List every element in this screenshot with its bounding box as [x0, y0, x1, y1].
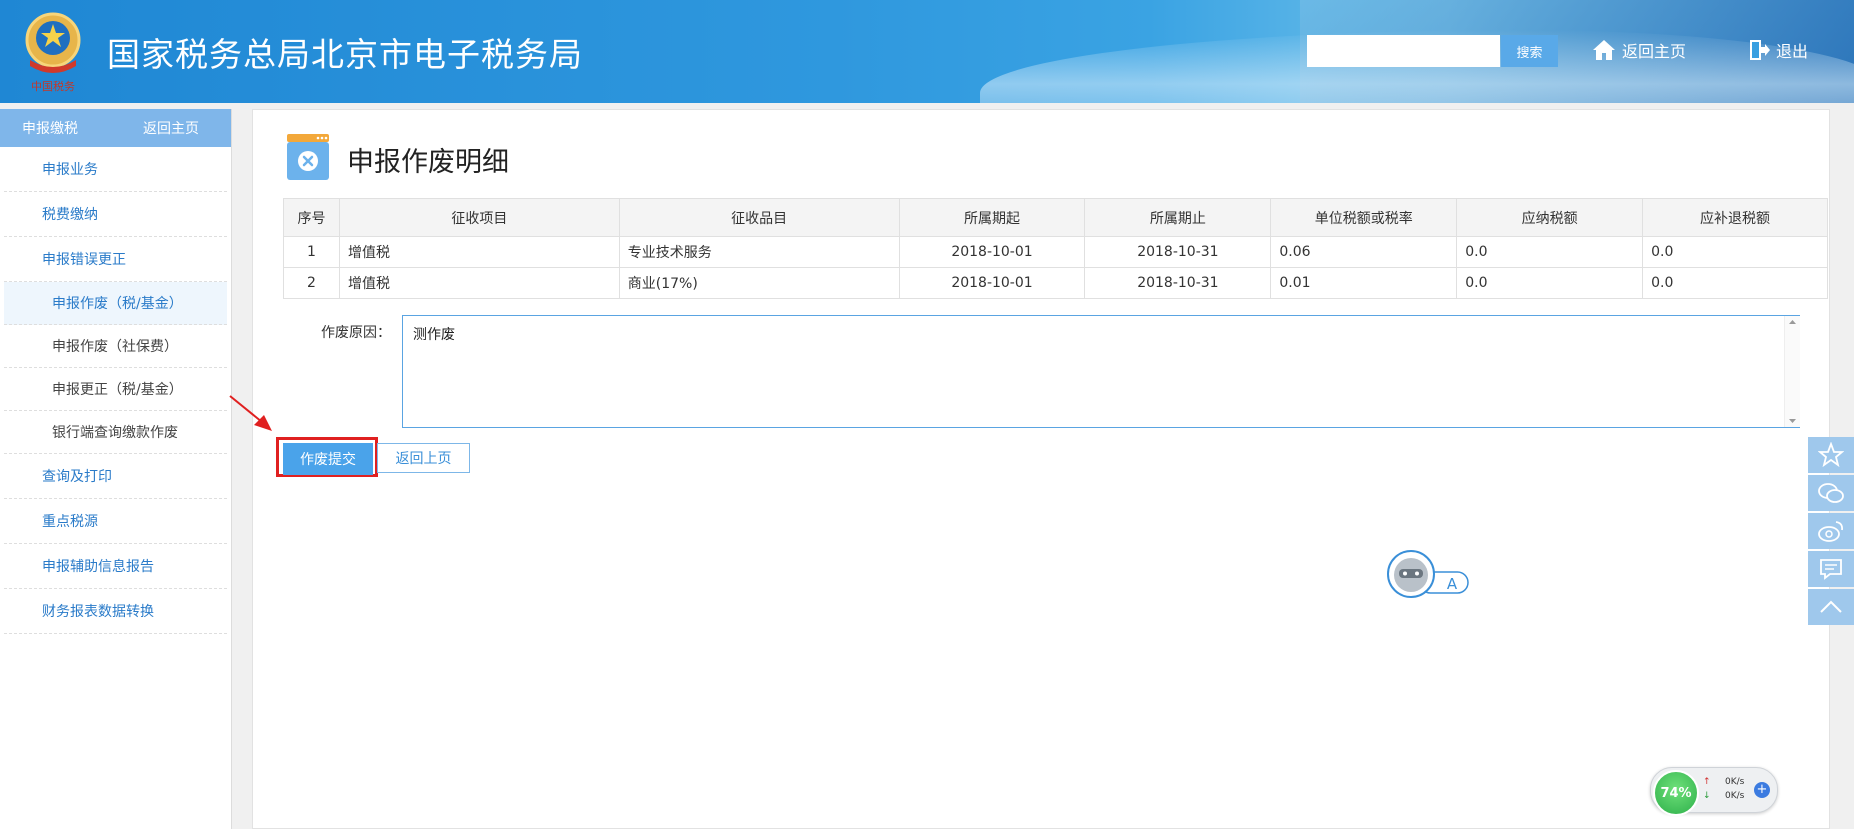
void-detail-table: 序号 征收项目 征收品目 所属期起 所属期止 单位税额或税率 应纳税额 应补退税…: [283, 198, 1828, 299]
table-cell: 0.01: [1270, 267, 1458, 299]
table-cell: 2: [283, 267, 340, 299]
red-arrow-annotation: [229, 395, 272, 431]
sidebar-item-void-social-insurance[interactable]: 申报作废（社保费）: [4, 325, 227, 368]
chevron-up-icon: [1820, 600, 1842, 613]
sidebar-item-declaration-correction[interactable]: 申报错误更正: [4, 237, 227, 282]
sidebar-item-declare-business[interactable]: 申报业务: [4, 147, 227, 192]
table-cell: 增值税: [338, 267, 620, 299]
column-header: 序号: [283, 198, 340, 237]
memory-usage-indicator: 74%: [1653, 770, 1699, 816]
table-cell: 专业技术服务: [618, 236, 900, 268]
widget-plus-icon[interactable]: +: [1754, 782, 1770, 798]
column-header: 单位税额或税率: [1270, 198, 1458, 237]
svg-text:中国税务: 中国税务: [31, 79, 75, 93]
sidebar-item-bank-payment-void[interactable]: 银行端查询缴款作废: [4, 411, 227, 454]
sidebar-item-query-print[interactable]: 查询及打印: [4, 454, 227, 499]
message-icon: [1820, 559, 1842, 580]
table-cell: 2018-10-31: [1084, 267, 1272, 299]
search-button[interactable]: 搜索: [1501, 35, 1558, 67]
network-speed-widget[interactable]: 74% ↑ ↓ 0K/s 0K/s +: [1650, 767, 1778, 816]
top-header: 中国税务 国家税务总局北京市电子税务局 搜索 返回主页 退出: [0, 0, 1854, 103]
column-header: 所属期起: [898, 198, 1086, 237]
download-speed: 0K/s: [1725, 791, 1745, 801]
table-cell: 2018-10-31: [1084, 236, 1272, 268]
star-icon: [1818, 442, 1844, 468]
sidebar-item-financial-report-convert[interactable]: 财务报表数据转换: [4, 589, 227, 634]
column-header: 应补退税额: [1642, 198, 1828, 237]
column-header: 征收项目: [338, 198, 620, 237]
table-row: 2 增值税 商业(17%) 2018-10-01 2018-10-31 0.01…: [283, 267, 1828, 299]
logout-link-label: 退出: [1776, 42, 1809, 61]
sidebar-home-link[interactable]: 返回主页: [143, 118, 199, 138]
weibo-button[interactable]: [1808, 513, 1854, 549]
table-cell: 增值税: [338, 236, 620, 268]
sidebar-item-tax-payment[interactable]: 税费缴纳: [4, 192, 227, 237]
table-cell: 2018-10-01: [898, 236, 1086, 268]
upload-speed: 0K/s: [1725, 777, 1745, 787]
void-reason-label: 作废原因：: [321, 325, 391, 341]
sidebar-item-void-tax-fund[interactable]: 申报作废（税/基金）: [4, 282, 227, 325]
home-link-label: 返回主页: [1622, 42, 1687, 61]
table-cell: 2018-10-01: [898, 267, 1086, 299]
table-cell: 0.0: [1456, 267, 1644, 299]
sidebar-title[interactable]: 申报缴税: [22, 118, 78, 138]
table-cell: 0.0: [1642, 236, 1828, 268]
textarea-scrollbar[interactable]: [1784, 316, 1800, 427]
site-title: 国家税务总局北京市电子税务局: [107, 35, 583, 74]
download-arrow-icon: ↓: [1703, 791, 1711, 801]
table-cell: 商业(17%): [618, 267, 900, 299]
void-document-icon: [287, 134, 329, 180]
table-cell: 0.06: [1270, 236, 1458, 268]
table-cell: 1: [283, 236, 340, 268]
tax-emblem-logo: 中国税务: [25, 12, 81, 93]
assistant-robot-icon[interactable]: A: [1386, 549, 1470, 601]
upload-arrow-icon: ↑: [1703, 777, 1711, 787]
table-row: 1 增值税 专业技术服务 2018-10-01 2018-10-31 0.06 …: [283, 236, 1828, 268]
sidebar-item-aux-info-report[interactable]: 申报辅助信息报告: [4, 544, 227, 589]
table-cell: 0.0: [1456, 236, 1644, 268]
search-input[interactable]: [1307, 35, 1500, 67]
column-header: 所属期止: [1084, 198, 1272, 237]
column-header: 应纳税额: [1456, 198, 1644, 237]
wechat-button[interactable]: [1808, 475, 1854, 511]
sidebar-item-key-tax-source[interactable]: 重点税源: [4, 499, 227, 544]
back-to-top-button[interactable]: [1808, 589, 1854, 625]
sidebar-item-correct-tax-fund[interactable]: 申报更正（税/基金）: [4, 368, 227, 411]
sidebar: 申报缴税 返回主页 申报业务 税费缴纳 申报错误更正 申报作废（税/基金） 申报…: [0, 109, 232, 829]
table-cell: 0.0: [1642, 267, 1828, 299]
void-reason-textarea[interactable]: 测作废: [402, 315, 1800, 428]
column-header: 征收品目: [618, 198, 900, 237]
sidebar-nav: 申报业务 税费缴纳 申报错误更正 申报作废（税/基金） 申报作废（社保费） 申报…: [0, 147, 231, 634]
logout-link[interactable]: 退出: [1748, 38, 1808, 62]
sidebar-header: 申报缴税 返回主页: [0, 109, 231, 147]
home-link[interactable]: 返回主页: [1592, 38, 1686, 62]
weibo-icon: [1818, 521, 1844, 542]
home-icon: [1593, 40, 1615, 60]
assistant-badge-letter: A: [1447, 575, 1458, 593]
page-title: 申报作废明细: [347, 147, 509, 178]
floating-toolbar: [1808, 437, 1854, 627]
feedback-button[interactable]: [1808, 551, 1854, 587]
wechat-icon: [1818, 483, 1844, 503]
back-button[interactable]: 返回上页: [377, 443, 470, 473]
table-header-row: 序号 征收项目 征收品目 所属期起 所属期止 单位税额或税率 应纳税额 应补退税…: [283, 198, 1828, 237]
void-submit-button[interactable]: 作废提交: [283, 443, 373, 475]
main-panel: 申报作废明细 序号 征收项目 征收品目 所属期起 所属期止 单位税额或税率 应纳…: [252, 109, 1830, 829]
favorite-button[interactable]: [1808, 437, 1854, 473]
logout-icon: [1750, 40, 1770, 60]
